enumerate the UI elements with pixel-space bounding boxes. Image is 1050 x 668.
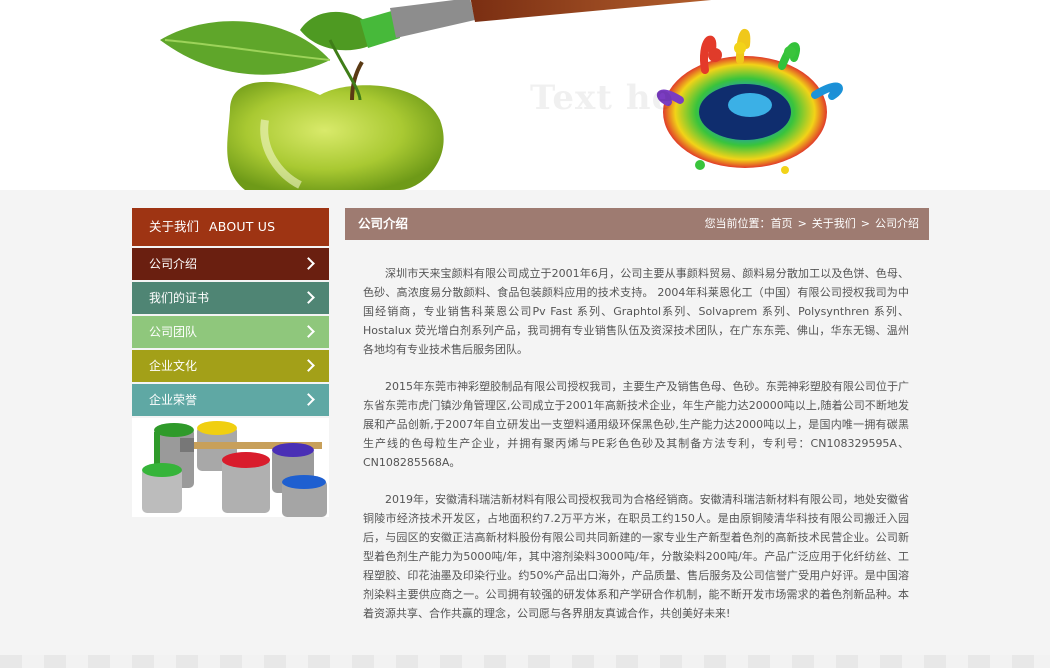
sidebar-header-en: ABOUT US [209, 219, 276, 234]
banner-watermark-text: Text he [530, 78, 675, 118]
article-paragraph: 深圳市天来宝颜料有限公司成立于2001年6月，公司主要从事颜料贸易、颜料易分散加… [363, 267, 909, 356]
chevron-right-icon [302, 325, 315, 338]
paint-splash-illustration [656, 29, 843, 174]
footer-edge [0, 655, 1050, 668]
sidebar-item-label: 公司介绍 [149, 257, 198, 271]
sidebar-item-label: 企业文化 [149, 359, 198, 373]
breadcrumb-separator: > [797, 217, 807, 230]
breadcrumb-separator: > [860, 217, 870, 230]
sidebar-item-honors[interactable]: 企业荣誉 [132, 384, 329, 416]
breadcrumb-prefix: 您当前位置： [704, 217, 771, 230]
breadcrumb: 您当前位置：首页 > 关于我们 > 公司介绍 [705, 208, 919, 240]
sidebar-item-label: 企业荣誉 [149, 393, 198, 407]
apple-illustration [160, 11, 444, 190]
header-banner: Text he [0, 0, 1050, 190]
chevron-right-icon [302, 359, 315, 372]
sidebar-item-label: 我们的证书 [149, 291, 210, 305]
breadcrumb-current-link[interactable]: 公司介绍 [875, 217, 919, 230]
sidebar-item-company-intro[interactable]: 公司介绍 [132, 248, 329, 280]
chevron-right-icon [302, 393, 315, 406]
paint-cans-image [132, 418, 329, 517]
sidebar-header-cn: 关于我们 [149, 219, 200, 234]
sidebar-item-label: 公司团队 [149, 325, 198, 339]
sidebar-item-certificates[interactable]: 我们的证书 [132, 282, 329, 314]
article-body: 深圳市天来宝颜料有限公司成立于2001年6月，公司主要从事颜料贸易、颜料易分散加… [345, 240, 929, 623]
sidebar-menu: 公司介绍 我们的证书 公司团队 企业文化 企业荣誉 [132, 248, 329, 416]
article-paragraph: 2019年，安徽清科瑞洁新材料有限公司授权我司为合格经销商。安徽清科瑞洁新材料有… [363, 493, 909, 620]
chevron-right-icon [302, 291, 315, 304]
main-content: 公司介绍 您当前位置：首页 > 关于我们 > 公司介绍 深圳市天来宝颜料有限公司成立于2… [345, 208, 929, 641]
sidebar-item-culture[interactable]: 企业文化 [132, 350, 329, 382]
sidebar: 关于我们 ABOUT US 公司介绍 我们的证书 公司团队 企业文化 企业荣誉 [132, 208, 329, 517]
sidebar-header: 关于我们 ABOUT US [132, 208, 329, 246]
sidebar-item-team[interactable]: 公司团队 [132, 316, 329, 348]
banner-artwork [160, 0, 843, 190]
breadcrumb-home-link[interactable]: 首页 [771, 217, 793, 230]
breadcrumb-about-link[interactable]: 关于我们 [812, 217, 856, 230]
page-title: 公司介绍 [358, 216, 409, 231]
article-paragraph: 2015年东莞市神彩塑胶制品有限公司授权我司，主要生产及销售色母、色砂。东莞神彩… [363, 380, 909, 469]
content-header-bar: 公司介绍 您当前位置：首页 > 关于我们 > 公司介绍 [345, 208, 929, 240]
chevron-right-icon [302, 257, 315, 270]
